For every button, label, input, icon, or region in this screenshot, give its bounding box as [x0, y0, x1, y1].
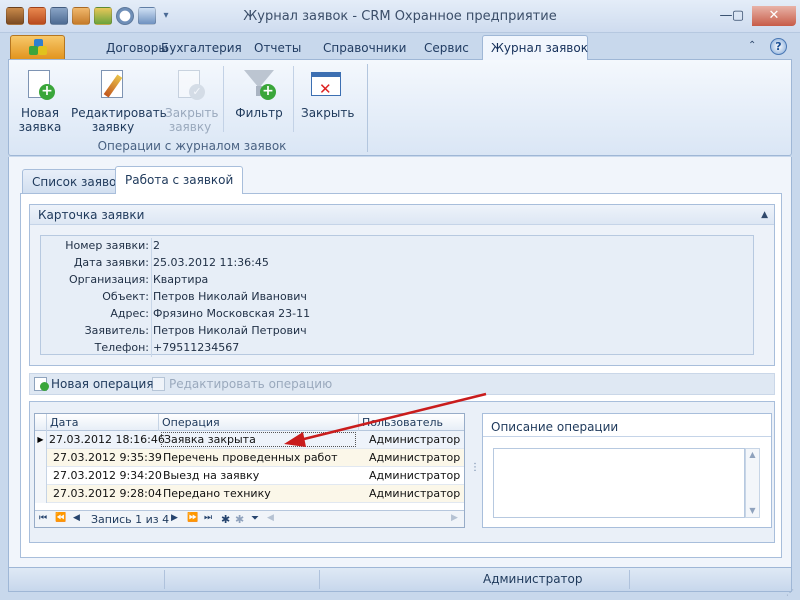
status-user: Администратор — [483, 572, 583, 586]
resize-grip-icon[interactable]: ⋰ — [786, 588, 794, 597]
status-bar: Администратор — [8, 567, 792, 592]
tab-request-journal[interactable]: Журнал заявок — [482, 35, 588, 60]
annotation-arrow — [284, 392, 487, 447]
tab-request-work[interactable]: Работа с заявкой — [115, 166, 244, 194]
